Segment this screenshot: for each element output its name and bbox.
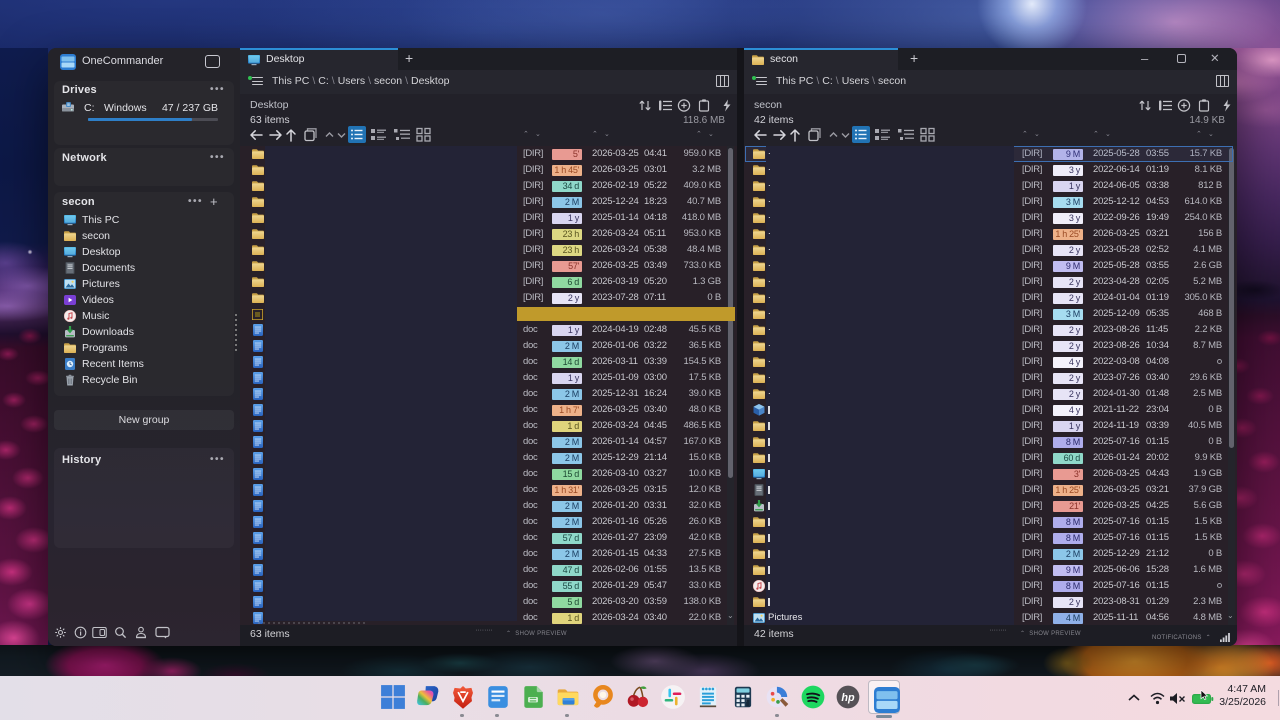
svg-text:hp: hp [841,692,855,704]
